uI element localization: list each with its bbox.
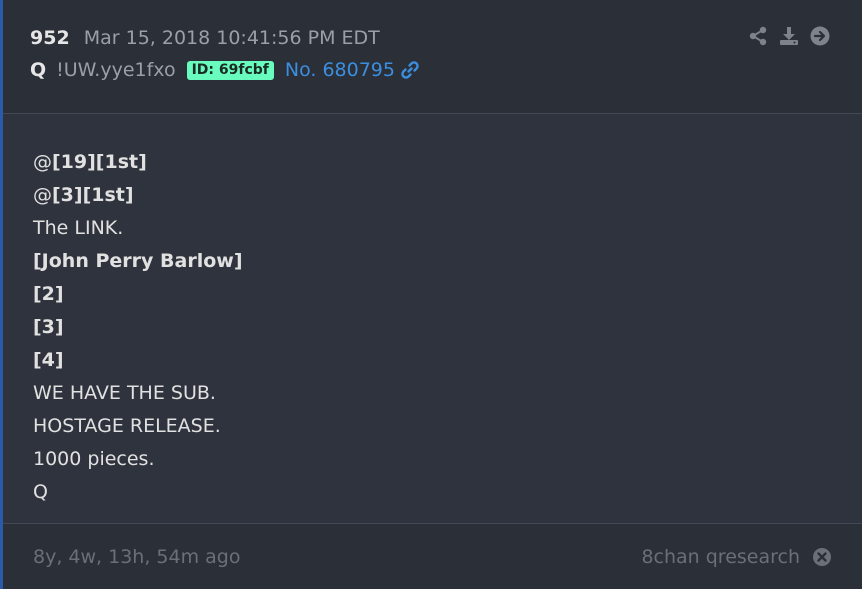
- share-icon[interactable]: [748, 26, 768, 46]
- post-meta-row: 952 Mar 15, 2018 10:41:56 PM EDT: [30, 26, 380, 50]
- close-circle-icon[interactable]: [812, 547, 832, 567]
- post-age: 8y, 4w, 13h, 54m ago: [33, 546, 241, 568]
- post-line: HOSTAGE RELEASE.: [33, 415, 221, 437]
- author-name: Q: [30, 59, 47, 81]
- post-line: WE HAVE THE SUB.: [33, 382, 216, 404]
- source-label: 8chan qresearch: [641, 546, 800, 568]
- post-line: @[19][1st]: [33, 151, 147, 173]
- post-line: Q: [33, 481, 48, 503]
- download-icon[interactable]: [779, 26, 799, 46]
- arrow-right-circle-icon[interactable]: [810, 26, 830, 46]
- post-actions: [748, 26, 830, 46]
- post-card: 952 Mar 15, 2018 10:41:56 PM EDT Q !UW.y…: [0, 0, 862, 589]
- post-line: [John Perry Barlow]: [33, 250, 243, 272]
- post-line: [3]: [33, 316, 64, 338]
- id-badge: ID: 69fcbf: [186, 60, 274, 80]
- post-source: 8chan qresearch: [641, 546, 832, 568]
- author-tripcode: !UW.yye1fxo: [56, 59, 176, 81]
- link-icon[interactable]: [400, 60, 420, 80]
- post-footer: 8y, 4w, 13h, 54m ago 8chan qresearch: [3, 523, 862, 589]
- post-body: @[19][1st] @[3][1st] The LINK. [John Per…: [33, 146, 243, 509]
- post-line: [2]: [33, 283, 64, 305]
- post-number-link[interactable]: No. 680795: [285, 58, 395, 82]
- post-line: @[3][1st]: [33, 184, 134, 206]
- post-timestamp: Mar 15, 2018 10:41:56 PM EDT: [83, 27, 380, 49]
- post-index: 952: [30, 27, 70, 49]
- post-header: 952 Mar 15, 2018 10:41:56 PM EDT Q !UW.y…: [3, 0, 862, 114]
- post-line: 1000 pieces.: [33, 448, 155, 470]
- post-line: [4]: [33, 349, 64, 371]
- post-author-row: Q !UW.yye1fxo ID: 69fcbf No. 680795: [30, 58, 420, 82]
- post-line: The LINK.: [33, 217, 124, 239]
